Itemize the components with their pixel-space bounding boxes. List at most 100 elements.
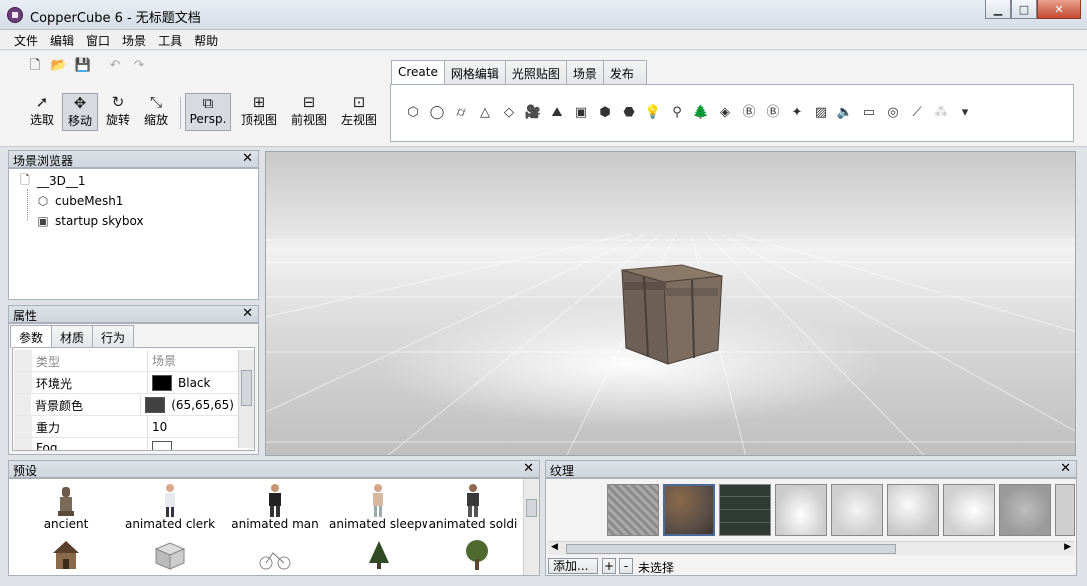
overlay-2d-icon[interactable]: ▭: [857, 103, 881, 123]
property-scrollbar[interactable]: [238, 350, 254, 448]
menu-help[interactable]: 帮助: [188, 30, 224, 49]
tab-mesh-edit[interactable]: 网格编辑: [443, 60, 506, 84]
save-icon[interactable]: 💾: [74, 57, 92, 75]
skybox-icon[interactable]: ▣: [569, 103, 593, 123]
3d-viewport[interactable]: [265, 151, 1076, 456]
sphere-icon[interactable]: ◯: [425, 103, 449, 123]
texture-thumbnail-selected[interactable]: [663, 484, 715, 536]
tool-select-button[interactable]: ➚ 选取: [26, 93, 58, 131]
texture-thumbnail[interactable]: [719, 484, 771, 536]
scrollbar-thumb[interactable]: [566, 544, 896, 554]
undo-icon[interactable]: ↶: [106, 57, 124, 75]
add-texture-button[interactable]: 添加...: [548, 558, 598, 574]
animated-mesh-icon[interactable]: ⬣: [617, 103, 641, 123]
particle-icon[interactable]: ✦: [785, 103, 809, 123]
close-icon[interactable]: ✕: [523, 461, 534, 476]
texture-thumbnail[interactable]: [999, 484, 1051, 536]
tab-behavior[interactable]: 行为: [92, 325, 135, 347]
scrollbar-thumb[interactable]: [241, 370, 252, 406]
sound-icon[interactable]: 🔈: [833, 103, 857, 123]
camera-icon[interactable]: 🎥: [521, 103, 545, 123]
presets-scrollbar[interactable]: [523, 479, 539, 575]
texture-thumbnail[interactable]: [607, 484, 659, 536]
cylinder-icon[interactable]: ⌭: [449, 103, 473, 123]
tool-rotate-button[interactable]: ↻ 旋转: [102, 93, 134, 131]
texture-thumbnail[interactable]: [887, 484, 939, 536]
close-window-button[interactable]: ✕: [1037, 0, 1081, 19]
open-document-icon[interactable]: 📂: [50, 57, 68, 75]
color-swatch[interactable]: [145, 396, 166, 413]
cone-icon[interactable]: △: [473, 103, 497, 123]
preset-box[interactable]: [120, 537, 220, 571]
tool-scale-button[interactable]: ⤡ 缩放: [140, 93, 172, 131]
path-icon[interactable]: ⚲: [665, 103, 689, 123]
maximize-button[interactable]: □: [1011, 0, 1037, 19]
scroll-left-icon[interactable]: ◀: [551, 542, 558, 552]
close-icon[interactable]: ✕: [242, 151, 253, 166]
tree-icon[interactable]: 🌲: [689, 103, 713, 123]
view-perspective-button[interactable]: ⧉ Persp.: [185, 93, 231, 131]
menu-edit[interactable]: 编辑: [44, 30, 80, 49]
plane-icon[interactable]: ◇: [497, 103, 521, 123]
tool-move-button[interactable]: ✥ 移动: [62, 93, 98, 131]
close-icon[interactable]: ✕: [1060, 461, 1071, 476]
view-front-button[interactable]: ⊟ 前视图: [288, 93, 330, 131]
property-row-gravity[interactable]: 重力 10: [14, 416, 238, 438]
tab-material[interactable]: 材质: [51, 325, 94, 347]
menu-file[interactable]: 文件: [8, 30, 44, 49]
textures-scrollbar[interactable]: ◀ ▶: [548, 541, 1074, 555]
texture-thumbnail[interactable]: [775, 484, 827, 536]
color-swatch[interactable]: [152, 374, 172, 391]
property-row-ambient[interactable]: 环境光 Black: [14, 372, 238, 394]
menu-scene[interactable]: 场景: [116, 30, 152, 49]
property-value[interactable]: 10: [152, 420, 167, 434]
tab-lightmap[interactable]: 光照贴图: [504, 60, 567, 84]
preset-animated-clerk[interactable]: animated clerk: [120, 483, 220, 531]
view-top-button[interactable]: ⊞ 顶视图: [238, 93, 280, 131]
zoom-out-button[interactable]: -: [619, 558, 633, 574]
texture-thumbnail[interactable]: [831, 484, 883, 536]
property-row-background-color[interactable]: 背景颜色 (65,65,65): [14, 394, 238, 416]
mesh-icon[interactable]: ⬢: [593, 103, 617, 123]
preset-tree[interactable]: [427, 537, 527, 571]
new-document-icon[interactable]: 🗋: [26, 57, 44, 75]
terrain-icon[interactable]: ⛰: [545, 103, 569, 123]
more-dropdown-icon[interactable]: ▾: [953, 103, 977, 123]
tree-item-cubemesh[interactable]: ⬡ cubeMesh1: [35, 191, 124, 211]
tab-scene[interactable]: 场景: [565, 60, 604, 84]
menu-tools[interactable]: 工具: [152, 30, 188, 49]
menu-window[interactable]: 窗口: [80, 30, 116, 49]
tab-create[interactable]: Create: [391, 60, 445, 85]
billboard-icon[interactable]: Ⓑ: [737, 103, 761, 123]
cube-mesh[interactable]: [621, 264, 723, 365]
billboard-text-icon[interactable]: Ⓑ: [761, 103, 785, 123]
redo-icon[interactable]: ↷: [130, 57, 148, 75]
line-icon[interactable]: ⟋: [905, 103, 929, 123]
texture-thumbnail[interactable]: [943, 484, 995, 536]
preset-bicycle[interactable]: [225, 537, 325, 571]
preset-animated-sleepwalk[interactable]: animated sleepwalk: [329, 483, 427, 531]
close-icon[interactable]: ✕: [242, 306, 253, 321]
tree-item-root[interactable]: 🗋 __3D__1: [17, 171, 85, 191]
scrollbar-thumb[interactable]: [526, 499, 537, 517]
cube-icon[interactable]: ⬡: [401, 103, 425, 123]
preset-animated-man[interactable]: animated man: [225, 483, 325, 531]
image-icon[interactable]: ▨: [809, 103, 833, 123]
scroll-right-icon[interactable]: ▶: [1064, 542, 1071, 552]
overlay-3d-icon[interactable]: ◎: [881, 103, 905, 123]
checkbox[interactable]: [152, 440, 172, 450]
texture-thumbnail[interactable]: [1055, 484, 1075, 536]
preset-ancient[interactable]: ancient: [16, 483, 116, 531]
tab-parameters[interactable]: 参数: [10, 325, 53, 348]
view-left-button[interactable]: ⊡ 左视图: [338, 93, 380, 131]
joint-icon[interactable]: ⁂: [929, 103, 953, 123]
preset-animated-soldier[interactable]: animated soldi: [427, 483, 519, 531]
zoom-in-button[interactable]: +: [602, 558, 616, 574]
tab-publish[interactable]: 发布: [602, 60, 647, 84]
tree-item-skybox[interactable]: ▣ startup skybox: [35, 211, 143, 231]
preset-pine-tree[interactable]: [329, 537, 429, 571]
property-row-fog[interactable]: Fog: [14, 438, 238, 450]
preset-house[interactable]: [16, 537, 116, 571]
light-icon[interactable]: 💡: [641, 103, 665, 123]
minimize-button[interactable]: ▁: [985, 0, 1011, 19]
